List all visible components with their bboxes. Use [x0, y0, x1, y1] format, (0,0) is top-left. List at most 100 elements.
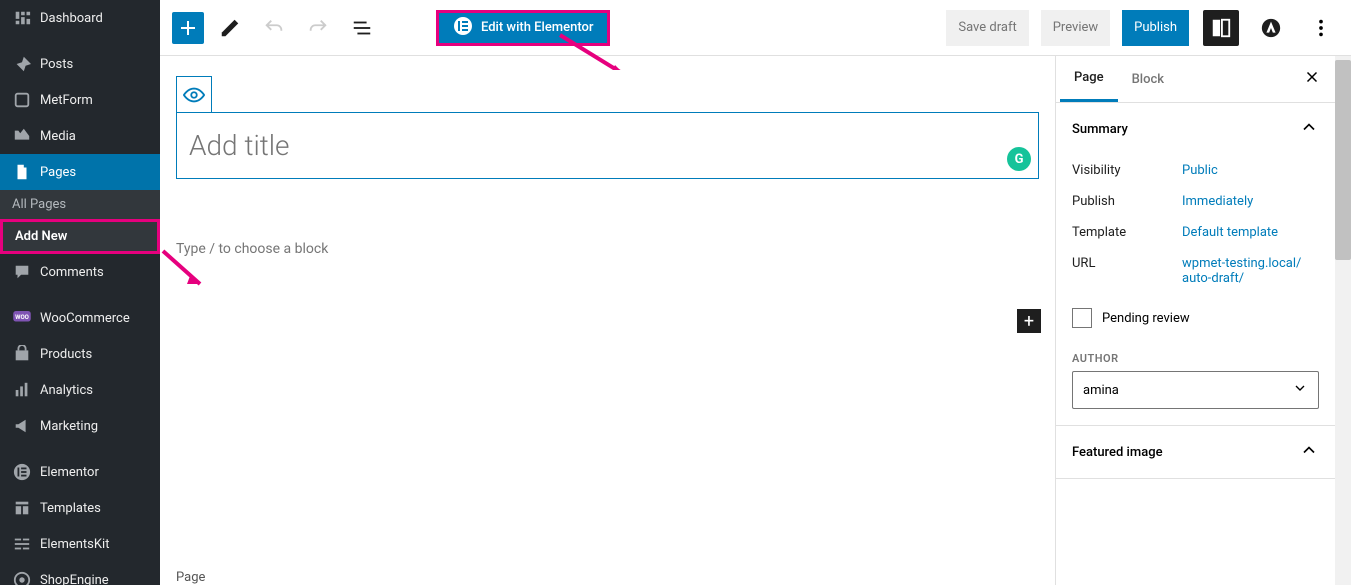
sidebar-item-marketing[interactable]: Marketing — [0, 408, 160, 444]
metform-icon — [12, 90, 32, 110]
inline-add-block-button[interactable]: + — [1017, 309, 1041, 333]
tools-button[interactable] — [212, 10, 248, 46]
sidebar-item-dashboard[interactable]: Dashboard — [0, 0, 160, 36]
sidebar-label: Templates — [40, 501, 101, 516]
products-icon — [12, 344, 32, 364]
url-value[interactable]: wpmet-testing.local/auto-draft/ — [1182, 256, 1302, 286]
elementskit-icon — [12, 534, 32, 554]
publish-row: PublishImmediately — [1056, 186, 1335, 217]
media-icon — [12, 126, 32, 146]
sidebar-item-metform[interactable]: MetForm — [0, 82, 160, 118]
title-input[interactable] — [176, 112, 1039, 179]
edit-with-elementor-button[interactable]: Edit with Elementor — [436, 10, 610, 46]
redo-button[interactable] — [300, 10, 336, 46]
chevron-down-icon — [1292, 380, 1308, 400]
svg-text:WOO: WOO — [15, 314, 29, 321]
sidebar-item-pages[interactable]: Pages — [0, 154, 160, 190]
inspector-tabs: Page Block — [1056, 56, 1335, 103]
dashboard-icon — [12, 8, 32, 28]
author-select[interactable]: amina — [1072, 371, 1319, 409]
close-inspector-button[interactable] — [1293, 58, 1331, 100]
elementor-icon — [12, 462, 32, 482]
main-area: Edit with Elementor Save draft Preview P… — [160, 0, 1351, 585]
sidebar-item-analytics[interactable]: Analytics — [0, 372, 160, 408]
visibility-icon[interactable] — [176, 76, 212, 112]
vertical-scrollbar[interactable] — [1335, 56, 1351, 585]
pending-review-label: Pending review — [1102, 311, 1190, 326]
sidebar-item-elementskit[interactable]: ElementsKit — [0, 526, 160, 562]
add-block-button[interactable] — [172, 12, 204, 44]
sidebar-label: Analytics — [40, 383, 93, 398]
template-value[interactable]: Default template — [1182, 225, 1278, 240]
editor-toolbar: Edit with Elementor Save draft Preview P… — [160, 0, 1351, 56]
document-overview-button[interactable] — [344, 10, 380, 46]
sidebar-label: MetForm — [40, 93, 93, 108]
grammarly-badge[interactable]: G — [1007, 147, 1031, 171]
elementor-circle-icon — [453, 16, 473, 40]
visibility-value[interactable]: Public — [1182, 163, 1218, 178]
chevron-up-icon — [1299, 117, 1319, 141]
sidebar-item-products[interactable]: Products — [0, 336, 160, 372]
page-icon — [12, 162, 32, 182]
sidebar-label: Posts — [40, 57, 73, 72]
template-row: TemplateDefault template — [1056, 217, 1335, 248]
settings-toggle-button[interactable] — [1203, 10, 1239, 46]
sidebar-label: Media — [40, 129, 76, 144]
publish-value[interactable]: Immediately — [1182, 194, 1253, 209]
sidebar-item-shopengine[interactable]: ShopEngine — [0, 562, 160, 585]
sidebar-label: ShopEngine — [40, 573, 109, 585]
pin-icon — [12, 54, 32, 74]
tab-block[interactable]: Block — [1118, 58, 1178, 101]
analytics-icon — [12, 380, 32, 400]
undo-button[interactable] — [256, 10, 292, 46]
title-block-wrapper: G — [176, 76, 1039, 179]
save-draft-button[interactable]: Save draft — [946, 10, 1028, 46]
featured-image-section: Featured image — [1056, 426, 1335, 479]
sidebar-item-posts[interactable]: Posts — [0, 46, 160, 82]
pending-review-checkbox[interactable] — [1072, 308, 1092, 328]
sidebar-item-comments[interactable]: Comments — [0, 254, 160, 290]
breadcrumb-page[interactable]: Page — [176, 570, 205, 585]
block-editor: G Type / to choose a block + Page — [160, 56, 1055, 585]
sidebar-label: Products — [40, 347, 92, 362]
sidebar-label: Marketing — [40, 419, 98, 434]
sidebar-label: Pages — [40, 165, 76, 180]
astra-icon-button[interactable] — [1253, 10, 1289, 46]
comment-icon — [12, 262, 32, 282]
sidebar-label: WooCommerce — [40, 311, 130, 326]
pending-review-row: Pending review — [1056, 294, 1335, 342]
sidebar-item-elementor[interactable]: Elementor — [0, 454, 160, 490]
url-label: URL — [1072, 256, 1182, 286]
publish-button[interactable]: Publish — [1122, 10, 1189, 46]
elementor-btn-label: Edit with Elementor — [481, 20, 593, 35]
tab-page[interactable]: Page — [1060, 56, 1118, 102]
sidebar-item-woocommerce[interactable]: WOO WooCommerce — [0, 300, 160, 336]
options-button[interactable] — [1303, 10, 1339, 46]
sidebar-sub-add-new[interactable]: Add New — [0, 219, 160, 254]
visibility-label: Visibility — [1072, 163, 1182, 178]
marketing-icon — [12, 416, 32, 436]
author-section-label: AUTHOR — [1056, 342, 1335, 371]
shopengine-icon — [12, 570, 32, 585]
admin-sidebar: Dashboard Posts MetForm Media Pages All … — [0, 0, 160, 585]
chevron-up-icon — [1299, 440, 1319, 464]
summary-header[interactable]: Summary — [1056, 103, 1335, 155]
sidebar-sub-all-pages[interactable]: All Pages — [0, 190, 160, 219]
scrollbar-thumb[interactable] — [1335, 60, 1351, 260]
preview-button[interactable]: Preview — [1041, 10, 1110, 46]
editor-canvas-wrapper: G Type / to choose a block + Page Page B… — [160, 56, 1351, 585]
sidebar-label: ElementsKit — [40, 537, 109, 552]
visibility-row: VisibilityPublic — [1056, 155, 1335, 186]
templates-icon — [12, 498, 32, 518]
sidebar-item-media[interactable]: Media — [0, 118, 160, 154]
sidebar-label: Comments — [40, 265, 104, 280]
sidebar-label: Dashboard — [40, 11, 103, 26]
block-type-hint[interactable]: Type / to choose a block — [176, 233, 1039, 265]
featured-image-header[interactable]: Featured image — [1056, 426, 1335, 478]
sidebar-submenu: All Pages Add New — [0, 190, 160, 254]
sidebar-label: Elementor — [40, 465, 99, 480]
publish-label: Publish — [1072, 194, 1182, 209]
sidebar-item-templates[interactable]: Templates — [0, 490, 160, 526]
url-row: URLwpmet-testing.local/auto-draft/ — [1056, 248, 1335, 294]
summary-title: Summary — [1072, 122, 1128, 137]
